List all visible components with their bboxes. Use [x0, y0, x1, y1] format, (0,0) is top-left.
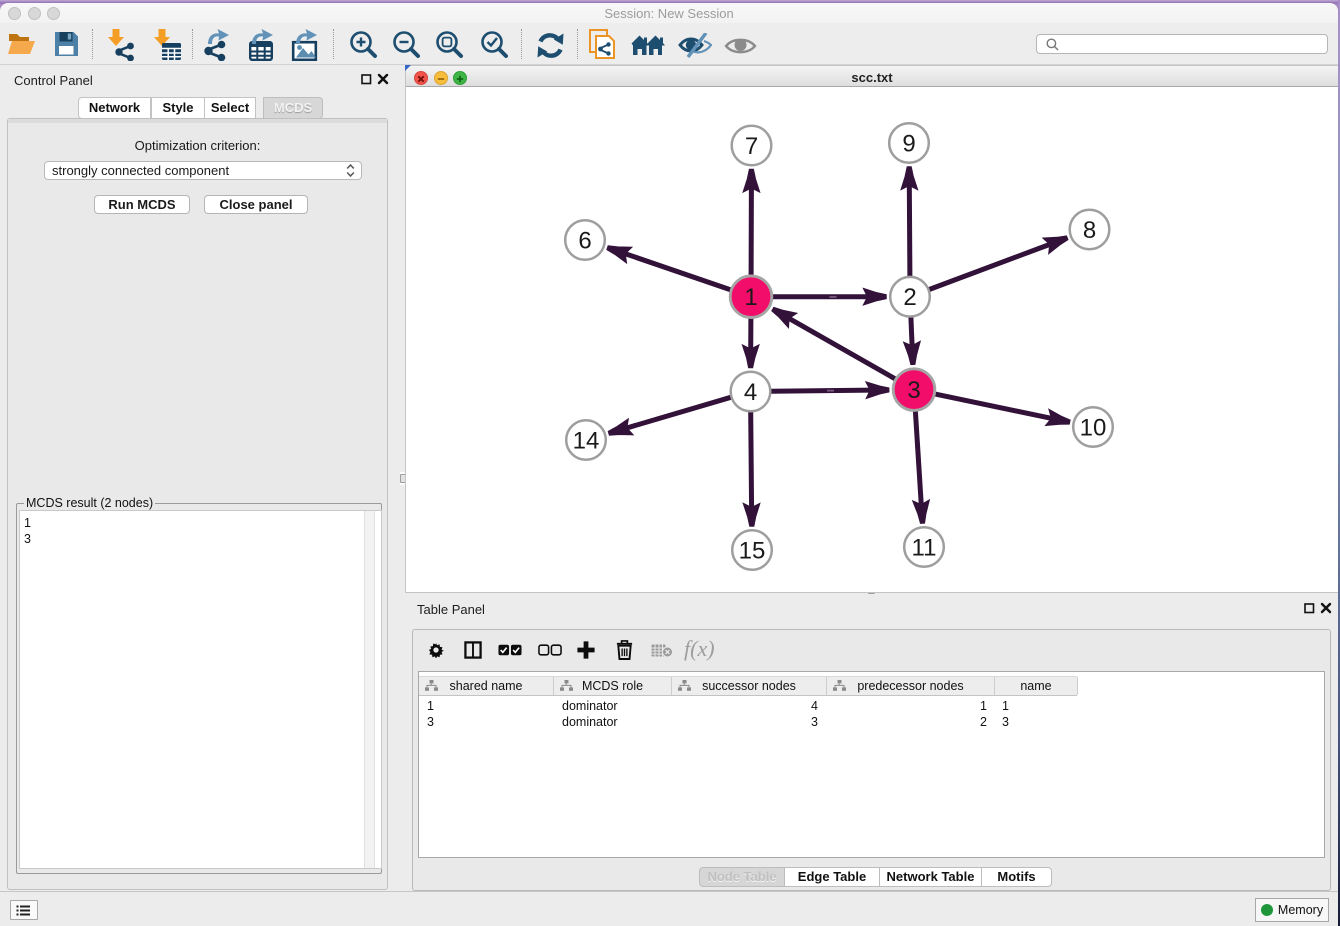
- svg-text:11: 11: [912, 534, 937, 561]
- svg-text:8: 8: [1083, 217, 1096, 244]
- svg-text:7: 7: [745, 133, 758, 160]
- svg-text:10: 10: [1080, 414, 1107, 441]
- svg-text:1: 1: [744, 284, 757, 311]
- svg-text:2: 2: [903, 284, 916, 311]
- svg-text:9: 9: [902, 130, 915, 157]
- svg-text:4: 4: [744, 379, 757, 406]
- svg-text:15: 15: [739, 537, 766, 564]
- svg-text:3: 3: [907, 377, 920, 404]
- svg-text:14: 14: [573, 427, 600, 454]
- svg-text:6: 6: [578, 227, 591, 254]
